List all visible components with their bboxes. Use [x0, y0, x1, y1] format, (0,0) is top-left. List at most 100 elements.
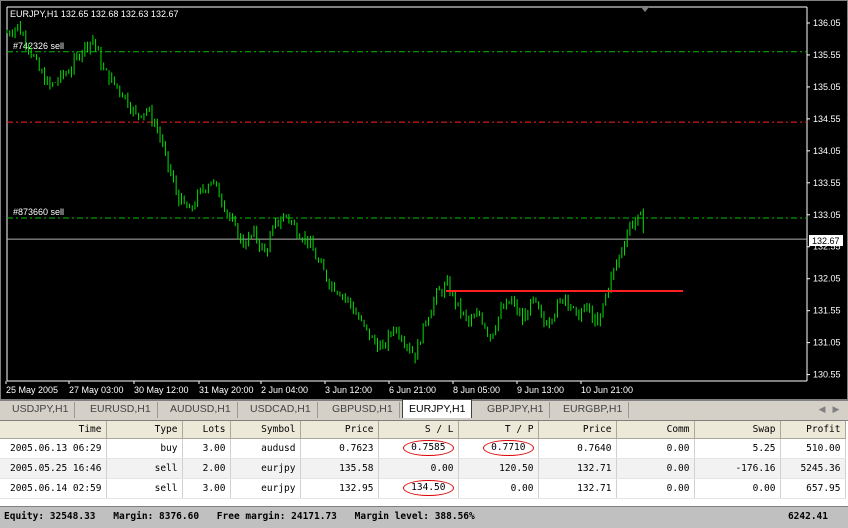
order-swap: 5.25 — [694, 438, 781, 459]
order-commission: 0.00 — [616, 458, 695, 479]
time-tick-label: 3 Jun 12:00 — [325, 385, 372, 395]
tab-usdcad[interactable]: USDCAD,H1 — [244, 402, 318, 418]
order-symbol: eurjpy — [230, 478, 301, 499]
order-symbol: eurjpy — [230, 458, 301, 479]
time-axis: 25 May 2005 27 May 03:00 30 May 12:00 31 Ma… — [5, 381, 633, 395]
column-header[interactable]: Comm — [616, 421, 695, 439]
price-tick-label: 132.05 — [813, 274, 841, 284]
column-header[interactable]: Time — [0, 421, 107, 439]
order-stop-loss: 0.7585 — [378, 438, 459, 459]
order-lots: 3.00 — [182, 438, 231, 459]
order-stop-loss: 0.00 — [378, 458, 459, 479]
order-current-price: 132.71 — [538, 478, 617, 499]
time-tick-label: 2 Jun 04:00 — [261, 385, 308, 395]
price-tick-label: 135.55 — [813, 50, 841, 60]
price-tick-label: 134.05 — [813, 146, 841, 156]
order-levels: #742326 sell #873660 sell — [7, 41, 807, 240]
time-tick-label: 31 May 20:00 — [199, 385, 254, 395]
margin-level-value: Margin level: 388.56% — [354, 511, 475, 522]
highlight-circle: 0.7585 — [403, 440, 454, 456]
column-header[interactable]: Type — [106, 421, 183, 439]
time-tick-label: 9 Jun 13:00 — [517, 385, 564, 395]
tab-scroll-right-icon[interactable]: ▶ — [830, 403, 842, 416]
price-tick-label: 131.05 — [813, 338, 841, 348]
order-commission: 0.00 — [616, 478, 695, 499]
time-tick-label: 27 May 03:00 — [69, 385, 124, 395]
account-status-bar: Equity: 32548.33 Margin: 8376.60 Free ma… — [0, 506, 848, 528]
tab-eurjpy[interactable]: EURJPY,H1 — [402, 399, 473, 418]
column-header[interactable]: T / P — [458, 421, 539, 439]
order-lots: 3.00 — [182, 478, 231, 499]
margin-value: Margin: 8376.60 — [113, 511, 200, 522]
orders-table: Time Type Lots Symbol Price S / L T / P … — [0, 421, 846, 499]
table-row[interactable]: 2005.06.14 02:59 sell 3.00 eurjpy 132.95… — [0, 478, 846, 499]
order-type: sell — [106, 458, 183, 479]
price-series — [6, 20, 644, 364]
tab-audusd[interactable]: AUDUSD,H1 — [164, 402, 238, 418]
time-tick-label: 10 Jun 21:00 — [581, 385, 633, 395]
total-profit-value: 6242.41 — [787, 511, 828, 522]
chart-window[interactable]: 136.05 135.55 135.05 134.55 134.05 133.55 133.… — [0, 0, 848, 400]
column-header[interactable]: Swap — [694, 421, 781, 439]
order-time: 2005.06.14 02:59 — [0, 478, 107, 499]
time-tick-label: 6 Jun 21:00 — [389, 385, 436, 395]
order-time: 2005.06.13 06:29 — [0, 438, 107, 459]
table-row[interactable]: 2005.06.13 06:29 buy 3.00 audusd 0.7623 … — [0, 438, 846, 459]
order-lots: 2.00 — [182, 458, 231, 479]
order-profit: 510.00 — [780, 438, 846, 459]
current-price-label: 132.67 — [812, 236, 840, 246]
order-swap: -176.16 — [694, 458, 781, 479]
order-swap: 0.00 — [694, 478, 781, 499]
price-tick-label: 133.55 — [813, 178, 841, 188]
price-axis: 136.05 135.55 135.05 134.55 134.05 133.55 133.… — [807, 18, 841, 380]
equity-value: Equity: 32548.33 — [4, 511, 96, 522]
column-header[interactable]: Price — [300, 421, 379, 439]
tab-gbpjpy[interactable]: GBPJPY,H1 — [481, 402, 551, 418]
tab-scroll-left-icon[interactable]: ◀ — [816, 403, 828, 416]
column-header[interactable]: Symbol — [230, 421, 301, 439]
order-take-profit: 0.00 — [458, 478, 539, 499]
order-open-price: 135.58 — [300, 458, 379, 479]
column-header[interactable]: Profit — [780, 421, 846, 439]
order-take-profit: 120.50 — [458, 458, 539, 479]
order-line-label: #873660 sell — [13, 207, 64, 217]
column-header[interactable]: S / L — [378, 421, 459, 439]
price-tick-label: 130.55 — [813, 370, 841, 380]
order-type: buy — [106, 438, 183, 459]
order-type: sell — [106, 478, 183, 499]
free-margin-value: Free margin: 24171.73 — [216, 511, 337, 522]
order-current-price: 0.7640 — [538, 438, 617, 459]
tab-eurgbp[interactable]: EURGBP,H1 — [557, 402, 630, 418]
time-tick-label: 8 Jun 05:00 — [453, 385, 500, 395]
tab-usdjpy[interactable]: USDJPY,H1 — [6, 402, 76, 418]
time-tick-label: 30 May 12:00 — [134, 385, 189, 395]
chart-header: EURJPY,H1 132.65 132.68 132.63 132.67 — [10, 9, 178, 19]
price-tick-label: 135.05 — [813, 82, 841, 92]
order-profit: 657.95 — [780, 478, 846, 499]
tab-gbpusd[interactable]: GBPUSD,H1 — [326, 402, 400, 418]
order-take-profit: 0.7710 — [458, 438, 539, 459]
order-commission: 0.00 — [616, 438, 695, 459]
order-current-price: 132.71 — [538, 458, 617, 479]
price-tick-label: 133.05 — [813, 210, 841, 220]
table-row[interactable]: 2005.05.25 16:46 sell 2.00 eurjpy 135.58… — [0, 458, 846, 479]
order-profit: 5245.36 — [780, 458, 846, 479]
price-tick-label: 136.05 — [813, 18, 841, 28]
highlight-circle: 134.50 — [403, 480, 454, 496]
chart-tabbar: USDJPY,H1 EURUSD,H1 AUDUSD,H1 USDCAD,H1 … — [0, 399, 848, 418]
order-symbol: audusd — [230, 438, 301, 459]
order-open-price: 0.7623 — [300, 438, 379, 459]
price-chart[interactable]: 136.05 135.55 135.05 134.55 134.05 133.55 133.… — [1, 1, 848, 401]
chart-shift-marker-icon[interactable] — [641, 7, 649, 12]
price-tick-label: 134.55 — [813, 114, 841, 124]
order-stop-loss: 134.50 — [378, 478, 459, 499]
orders-header-row: Time Type Lots Symbol Price S / L T / P … — [0, 421, 846, 439]
order-line-label: #742326 sell — [13, 41, 64, 51]
column-header[interactable]: Lots — [182, 421, 231, 439]
order-open-price: 132.95 — [300, 478, 379, 499]
highlight-circle: 0.7710 — [483, 440, 534, 456]
tab-eurusd[interactable]: EURUSD,H1 — [84, 402, 158, 418]
order-time: 2005.05.25 16:46 — [0, 458, 107, 479]
column-header[interactable]: Price — [538, 421, 617, 439]
price-tick-label: 131.55 — [813, 306, 841, 316]
